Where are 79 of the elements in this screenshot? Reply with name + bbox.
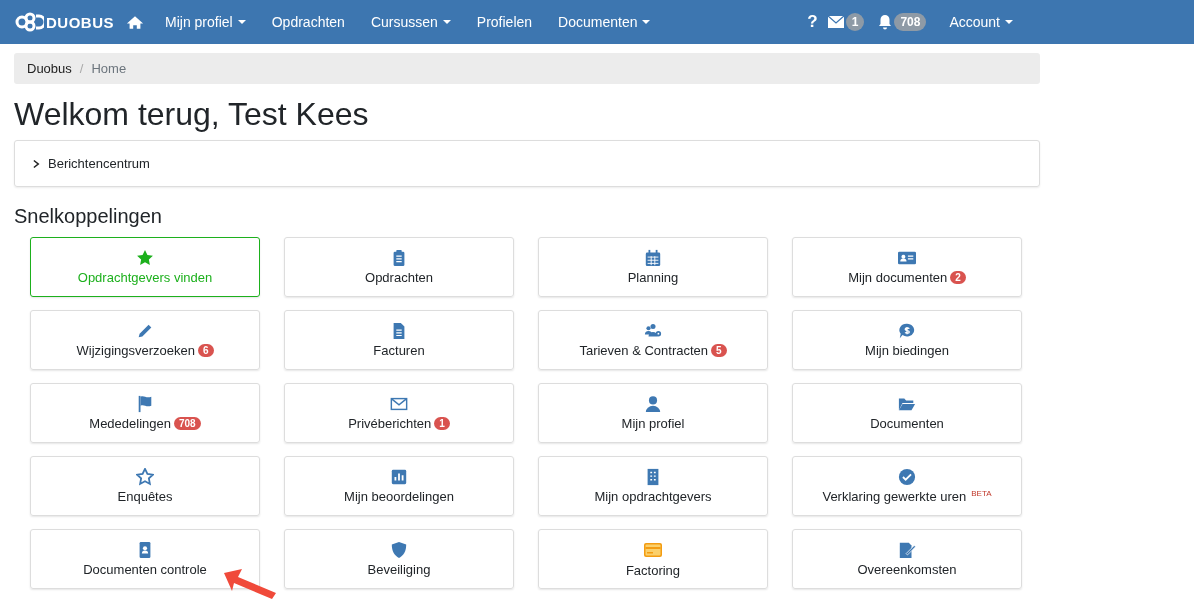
account-menu[interactable]: Account xyxy=(936,14,1026,30)
shortcut-tile[interactable]: Mededelingen 708 xyxy=(30,383,260,443)
tile-label: Facturen xyxy=(373,343,425,358)
breadcrumb-item: Home xyxy=(91,61,127,76)
person-icon xyxy=(644,395,662,413)
breadcrumb-item[interactable]: Duobus xyxy=(27,61,72,76)
tile-label: Factoring xyxy=(625,563,681,578)
tile-label: Mijn documenten xyxy=(848,270,948,285)
beta-label: BETA xyxy=(971,489,992,498)
shortcut-tile[interactable]: Planning xyxy=(538,237,768,297)
welcome-heading: Welkom terug, Test Kees xyxy=(14,96,370,132)
notification-count-badge: 708 xyxy=(894,13,927,31)
shortcut-tile[interactable]: Mijn opdrachtgevers xyxy=(538,456,768,516)
message-center-panel[interactable]: Berichtencentrum xyxy=(14,140,1040,187)
shortcut-tile[interactable]: Documenten xyxy=(792,383,1022,443)
tile-label: Opdrachtgevers vinden xyxy=(77,270,213,285)
message-center-label: Berichtencentrum xyxy=(48,156,150,171)
star-icon xyxy=(136,249,154,267)
flag-icon xyxy=(136,395,154,413)
shortcut-tile[interactable]: Mijn profiel xyxy=(538,383,768,443)
count-badge: 2 xyxy=(950,271,966,284)
shield-icon xyxy=(390,541,408,559)
help-link[interactable]: ? xyxy=(807,12,818,32)
star-outline-icon xyxy=(136,468,154,486)
nav-link[interactable]: Opdrachten xyxy=(258,14,358,30)
breadcrumb-separator: / xyxy=(79,61,84,76)
nav-link[interactable]: Mijn profiel xyxy=(152,14,259,30)
dollar-speech-bubble-icon xyxy=(898,322,916,340)
tile-label: Verklaring gewerkte uren xyxy=(822,489,967,504)
tile-label: Beveiliging xyxy=(367,562,431,577)
tile-label: Planning xyxy=(627,270,679,285)
envelope-icon[interactable] xyxy=(827,16,844,28)
shortcut-tile[interactable]: Mijn documenten 2 xyxy=(792,237,1022,297)
shortcut-tile[interactable]: Facturen xyxy=(284,310,514,370)
count-badge: 6 xyxy=(197,344,214,357)
nav-link[interactable]: Profielen xyxy=(463,14,546,30)
shortcut-tile[interactable]: Tarieven & Contracten 5 xyxy=(538,310,768,370)
bell-icon[interactable] xyxy=(878,14,893,30)
shortcut-tile[interactable]: Beveiliging xyxy=(284,529,514,589)
message-count-badge: 1 xyxy=(845,13,865,31)
shortcut-tile[interactable]: Privéberichten 1 xyxy=(284,383,514,443)
count-badge: 1 xyxy=(434,417,450,430)
nav-link[interactable]: Documenten xyxy=(545,14,664,30)
tile-label: Wijzigingsverzoeken xyxy=(76,343,195,358)
tile-label: Mijn beoordelingen xyxy=(344,489,454,504)
tile-label: Privéberichten xyxy=(348,416,432,431)
shortcut-tile[interactable]: Mijn biedingen xyxy=(792,310,1022,370)
count-badge: 708 xyxy=(174,417,201,430)
tile-label: Overeenkomsten xyxy=(857,562,957,577)
shortcut-tile[interactable]: Mijn beoordelingen xyxy=(284,456,514,516)
count-badge: 5 xyxy=(711,344,727,357)
shortcut-tile[interactable]: Wijzigingsverzoeken 6 xyxy=(30,310,260,370)
id-card-icon xyxy=(898,249,916,267)
shortcut-tile[interactable]: Overeenkomsten xyxy=(792,529,1022,589)
check-circle-icon xyxy=(898,468,916,486)
tile-label: Opdrachten xyxy=(365,270,433,285)
tile-label: Mijn opdrachtgevers xyxy=(594,489,712,504)
bar-chart-icon xyxy=(390,468,408,486)
nav-link[interactable]: Cursussen xyxy=(357,14,464,30)
shortcut-tile[interactable]: Opdrachten xyxy=(284,237,514,297)
home-icon[interactable] xyxy=(126,14,144,30)
logo-icon[interactable] xyxy=(14,12,44,32)
calendar-icon xyxy=(644,249,662,267)
tile-label: Mijn profiel xyxy=(621,416,685,431)
tile-label: Mijn biedingen xyxy=(865,343,949,358)
brand-name[interactable]: DUOBUS xyxy=(46,13,114,31)
shortcut-tile[interactable]: Verklaring gewerkte uren $^{BETA}$ xyxy=(792,456,1022,516)
tile-label: Documenten controle xyxy=(83,562,207,577)
signature-document-icon xyxy=(898,541,916,559)
shortcut-tile[interactable]: Factoring xyxy=(538,529,768,589)
tile-label: Enquêtes xyxy=(117,489,173,504)
tile-label: Tarieven & Contracten xyxy=(579,343,709,358)
tile-label: Documenten xyxy=(870,416,944,431)
shortcut-tile[interactable]: Enquêtes xyxy=(30,456,260,516)
pencil-icon xyxy=(136,322,154,340)
section-heading: Snelkoppelingen xyxy=(14,205,163,228)
envelope-icon xyxy=(390,395,408,413)
shortcut-tile[interactable]: Documenten controle xyxy=(30,529,260,589)
tile-label: Mededelingen xyxy=(89,416,171,431)
